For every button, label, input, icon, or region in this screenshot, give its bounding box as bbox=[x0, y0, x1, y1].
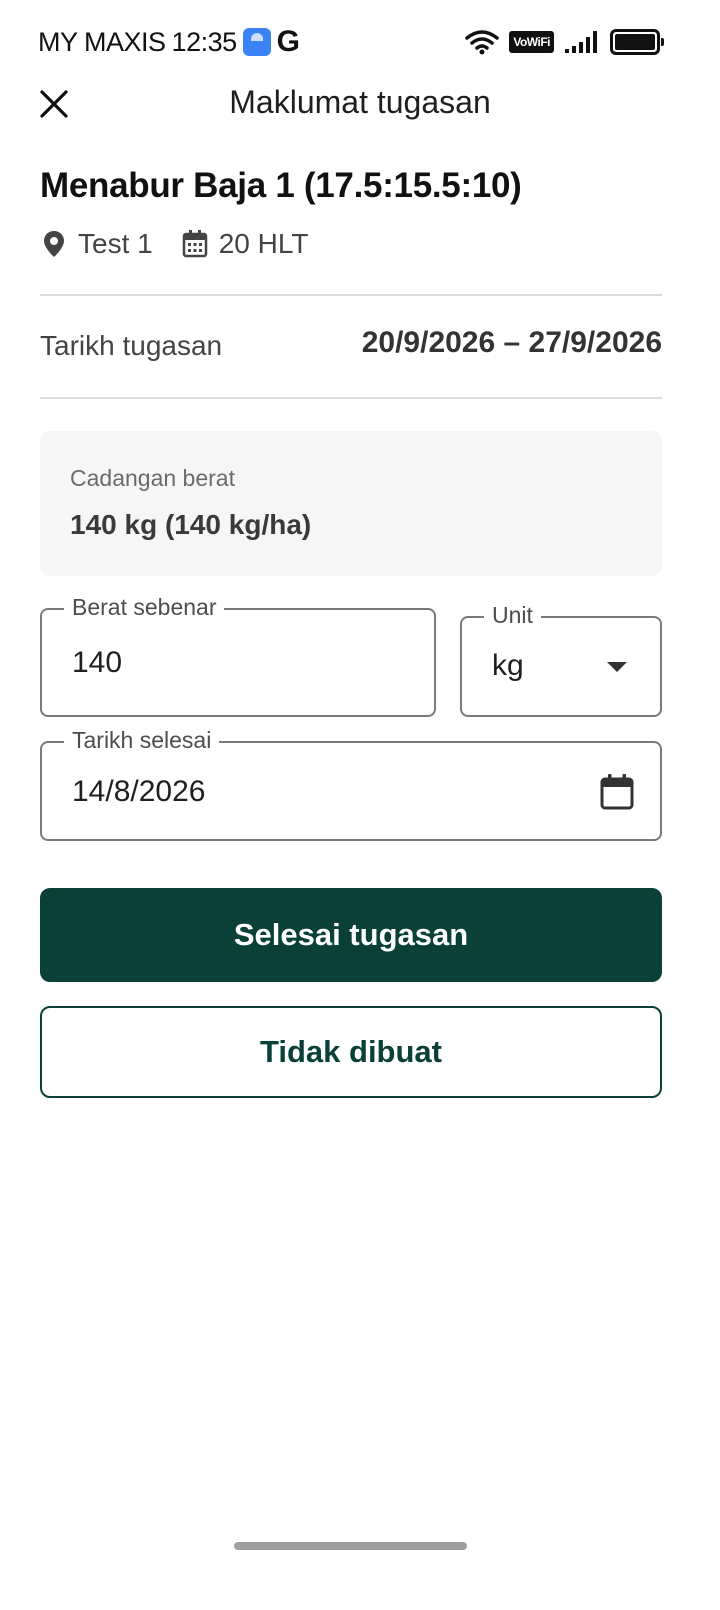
page-title: Maklumat tugasan bbox=[229, 84, 491, 120]
task-date-label: Tarikh tugasan bbox=[40, 330, 223, 361]
battery-icon bbox=[610, 29, 664, 55]
divider bbox=[40, 294, 662, 296]
task-date-value: 20/9/2026 – 27/9/2026 bbox=[361, 326, 662, 359]
app-notification-icon bbox=[242, 28, 271, 56]
completion-date-label: Tarikh selesai bbox=[64, 727, 220, 754]
not-done-label: Tidak dibuat bbox=[259, 1034, 442, 1069]
signal-icon bbox=[565, 31, 597, 53]
divider bbox=[40, 397, 662, 399]
complete-task-button[interactable]: Selesai tugasan bbox=[40, 888, 662, 982]
actual-weight-label: Berat sebenar bbox=[64, 594, 225, 621]
suggested-weight-label: Cadangan berat bbox=[70, 465, 235, 491]
unit-select[interactable]: Unit kg bbox=[460, 602, 662, 717]
location-pin-icon bbox=[44, 231, 64, 257]
unit-label: Unit bbox=[484, 602, 541, 629]
dropdown-arrow-icon bbox=[607, 662, 627, 672]
actual-weight-field[interactable]: Berat sebenar 140 bbox=[40, 594, 436, 717]
complete-task-label: Selesai tugasan bbox=[233, 917, 469, 952]
completion-date-field[interactable]: Tarikh selesai 14/8/2026 bbox=[40, 727, 662, 841]
clock: 12:35 bbox=[171, 26, 238, 57]
task-meta: Test 1 20 HLT bbox=[40, 224, 308, 264]
unit-value: kg bbox=[492, 649, 524, 682]
status-bar-right: VoWiFi bbox=[465, 26, 664, 58]
vowifi-icon: VoWiFi bbox=[509, 31, 554, 53]
actual-weight-value[interactable]: 140 bbox=[72, 646, 122, 680]
task-title: Menabur Baja 1 (17.5:15.5:10) bbox=[40, 166, 522, 205]
google-icon: G bbox=[276, 25, 300, 58]
task-days: 20 HLT bbox=[218, 228, 309, 259]
completion-date-value: 14/8/2026 bbox=[72, 775, 206, 808]
wifi-icon bbox=[465, 30, 500, 55]
not-done-button[interactable]: Tidak dibuat bbox=[40, 1006, 662, 1098]
calendar-picker-icon[interactable] bbox=[599, 773, 635, 811]
suggested-weight-value: 140 kg (140 kg/ha) bbox=[70, 509, 312, 540]
carrier-label: MY MAXIS bbox=[38, 26, 166, 57]
calendar-icon bbox=[182, 230, 207, 258]
status-bar-left: MY MAXIS 12:35 G bbox=[38, 24, 300, 60]
suggested-weight-card: Cadangan berat 140 kg (140 kg/ha) bbox=[40, 431, 662, 576]
task-location: Test 1 bbox=[78, 228, 153, 259]
home-indicator[interactable] bbox=[234, 1542, 467, 1550]
